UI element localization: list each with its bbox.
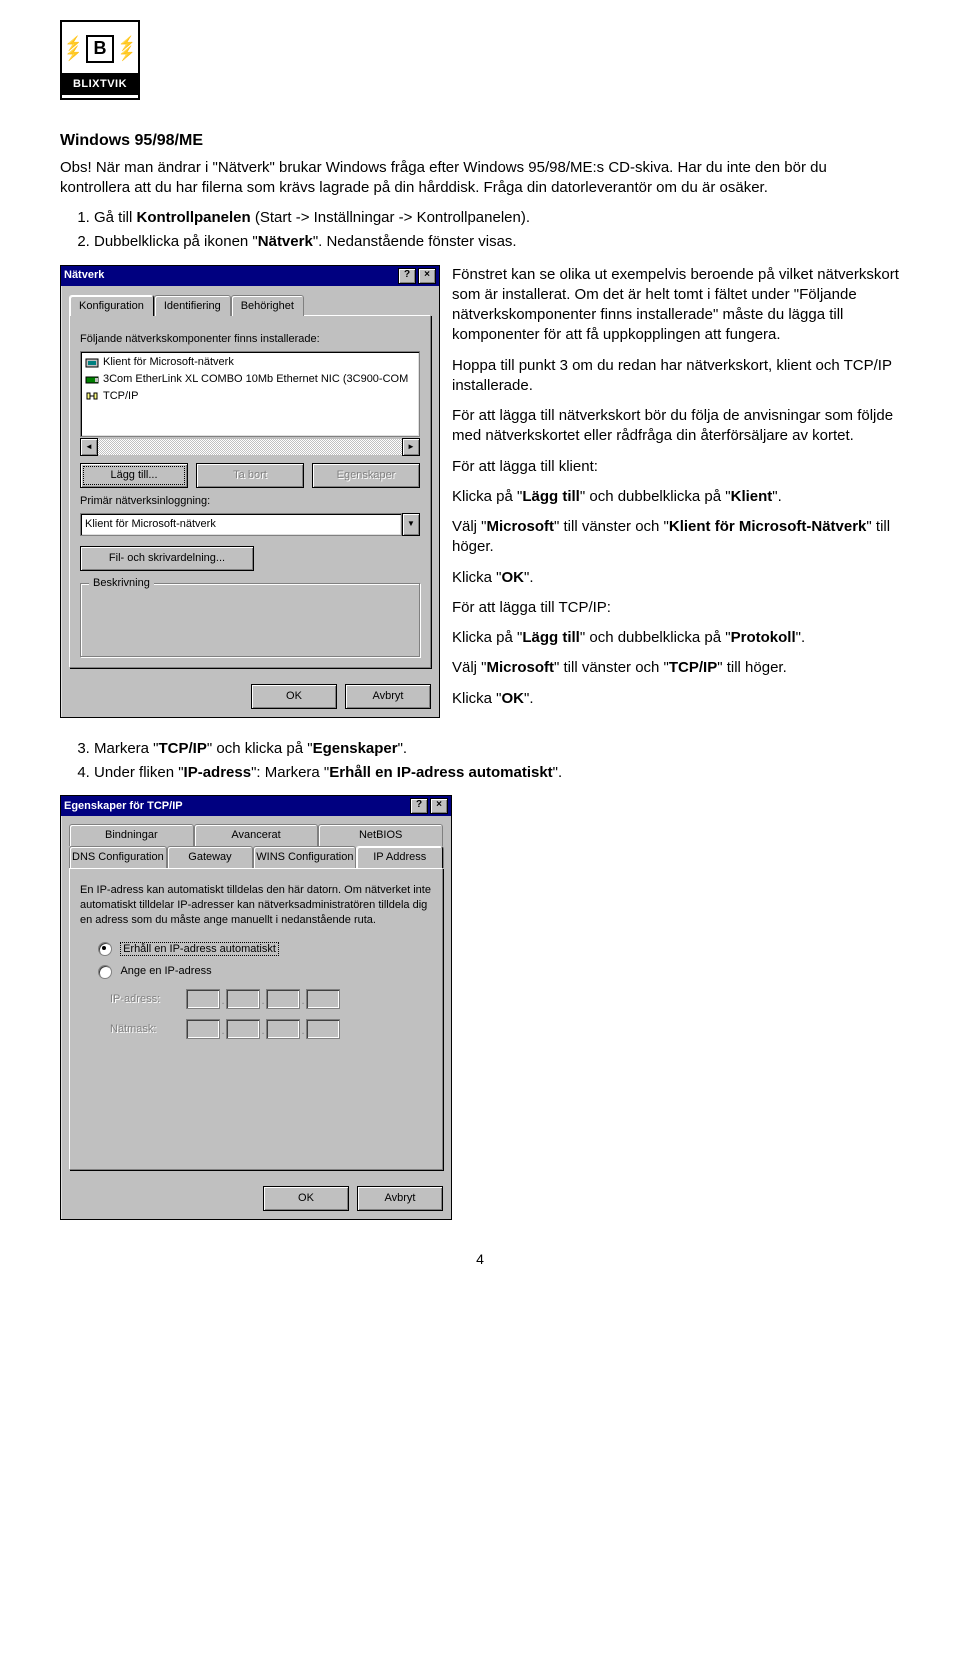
- cancel-button[interactable]: Avbryt: [345, 684, 431, 709]
- tab-panel: Följande nätverkskomponenter finns insta…: [69, 315, 431, 667]
- scroll-track[interactable]: [98, 439, 402, 455]
- document-page: ⚡⚡ B ⚡⚡ BLIXTVIK Windows 95/98/ME Obs! N…: [0, 0, 960, 1309]
- primary-login-combo[interactable]: Klient för Microsoft-nätverk ▼: [80, 513, 420, 536]
- page-number: 4: [60, 1250, 900, 1269]
- scroll-right-button[interactable]: ►: [402, 438, 420, 456]
- instruction-text: Hoppa till punkt 3 om du redan har nätve…: [452, 356, 900, 397]
- ip-input[interactable]: ...: [186, 989, 340, 1009]
- ip-address-field: IP-adress: ...: [110, 989, 432, 1009]
- tab-dns[interactable]: DNS Configuration: [69, 846, 167, 868]
- groupbox-title: Beskrivning: [89, 576, 154, 591]
- tab-wins[interactable]: WINS Configuration: [253, 846, 356, 868]
- step-2: Dubbelklicka på ikonen "Nätverk". Nedans…: [94, 232, 900, 252]
- nic-icon: [85, 373, 99, 387]
- explanation-text: En IP-adress kan automatiskt tilldelas d…: [80, 883, 432, 928]
- dialog-title: Egenskaper för TCP/IP: [64, 799, 183, 814]
- instruction-text: Klicka på "Lägg till" och dubbelklicka p…: [452, 628, 900, 648]
- lightning-icon: ⚡⚡: [118, 39, 135, 59]
- tcpip-properties-dialog: Egenskaper för TCP/IP ? × Bindningar Ava…: [60, 795, 452, 1220]
- horizontal-scrollbar[interactable]: ◄ ►: [80, 439, 420, 455]
- client-icon: [85, 356, 99, 370]
- primary-login-label: Primär nätverksinloggning:: [80, 494, 420, 509]
- radio-label: Ange en IP-adress: [120, 965, 211, 977]
- radio-icon: [98, 942, 112, 956]
- protocol-icon: [85, 389, 99, 403]
- step-1: Gå till Kontrollpanelen (Start -> Instäl…: [94, 208, 900, 228]
- installed-components-label: Följande nätverkskomponenter finns insta…: [80, 332, 420, 347]
- tab-advanced[interactable]: Avancerat: [194, 824, 319, 846]
- help-button[interactable]: ?: [398, 268, 416, 284]
- tab-ipaddress[interactable]: IP Address: [356, 846, 443, 868]
- lightning-icon: ⚡⚡: [65, 39, 82, 59]
- properties-button[interactable]: Egenskaper: [312, 463, 420, 488]
- steps-list: Gå till Kontrollpanelen (Start -> Instäl…: [60, 208, 900, 253]
- close-button[interactable]: ×: [418, 268, 436, 284]
- help-button[interactable]: ?: [410, 798, 428, 814]
- description-groupbox: Beskrivning: [80, 583, 420, 657]
- tab-identification[interactable]: Identifiering: [154, 295, 231, 317]
- instruction-text: Klicka "OK".: [452, 568, 900, 588]
- tabs-row-1: Bindningar Avancerat NetBIOS: [69, 824, 443, 846]
- field-label: Nätmask:: [110, 1022, 180, 1037]
- radio-auto[interactable]: Erhåll en IP-adress automatiskt: [98, 942, 432, 957]
- step-3: Markera "TCP/IP" och klicka på "Egenskap…: [94, 739, 900, 759]
- dialog-title: Nätverk: [64, 268, 104, 283]
- titlebar: Nätverk ? ×: [61, 266, 439, 286]
- steps-list-continued: Markera "TCP/IP" och klicka på "Egenskap…: [60, 739, 900, 784]
- tabs: Konfiguration Identifiering Behörighet: [69, 295, 431, 317]
- radio-icon: [98, 965, 112, 979]
- netmask-input[interactable]: ...: [186, 1019, 340, 1039]
- instruction-text: Klicka på "Lägg till" och dubbelklicka p…: [452, 487, 900, 507]
- dialog-and-instructions-row: Nätverk ? × Konfiguration Identifiering …: [60, 265, 900, 719]
- instruction-text: För att lägga till TCP/IP:: [452, 598, 900, 618]
- add-button[interactable]: Lägg till...: [80, 463, 188, 488]
- list-item[interactable]: Klient för Microsoft-nätverk: [83, 354, 417, 371]
- file-printer-sharing-button[interactable]: Fil- och skrivardelning...: [80, 546, 254, 571]
- logo-brand-text: BLIXTVIK: [62, 73, 138, 96]
- instruction-text: Fönstret kan se olika ut exempelvis bero…: [452, 265, 900, 346]
- logo-graphic: ⚡⚡ B ⚡⚡: [65, 25, 136, 73]
- brand-logo: ⚡⚡ B ⚡⚡ BLIXTVIK: [60, 20, 140, 100]
- logo-letter: B: [86, 35, 114, 63]
- section-heading: Windows 95/98/ME: [60, 130, 900, 152]
- titlebar: Egenskaper för TCP/IP ? ×: [61, 796, 451, 816]
- instruction-text: För att lägga till nätverkskort bör du f…: [452, 406, 900, 447]
- instruction-text: Klicka "OK".: [452, 689, 900, 709]
- close-button[interactable]: ×: [430, 798, 448, 814]
- tab-configuration[interactable]: Konfiguration: [69, 295, 154, 317]
- field-label: IP-adress:: [110, 992, 180, 1007]
- tab-gateway[interactable]: Gateway: [167, 846, 254, 868]
- instruction-text: Välj "Microsoft" till vänster och "TCP/I…: [452, 658, 900, 678]
- step-4: Under fliken "IP-adress": Markera "Erhål…: [94, 763, 900, 783]
- combo-value: Klient för Microsoft-nätverk: [80, 513, 402, 536]
- netmask-field: Nätmask: ...: [110, 1019, 432, 1039]
- tab-netbios[interactable]: NetBIOS: [318, 824, 443, 846]
- list-item[interactable]: 3Com EtherLink XL COMBO 10Mb Ethernet NI…: [83, 371, 417, 388]
- ok-button[interactable]: OK: [251, 684, 337, 709]
- instruction-text: För att lägga till klient:: [452, 457, 900, 477]
- tabs-row-2: DNS Configuration Gateway WINS Configura…: [69, 846, 443, 868]
- cancel-button[interactable]: Avbryt: [357, 1186, 443, 1211]
- instruction-text: Välj "Microsoft" till vänster och "Klien…: [452, 517, 900, 558]
- ok-button[interactable]: OK: [263, 1186, 349, 1211]
- instruction-column: Fönstret kan se olika ut exempelvis bero…: [452, 265, 900, 719]
- radio-manual[interactable]: Ange en IP-adress: [98, 964, 432, 979]
- scroll-left-button[interactable]: ◄: [80, 438, 98, 456]
- list-item[interactable]: TCP/IP: [83, 388, 417, 405]
- remove-button[interactable]: Ta bort: [196, 463, 304, 488]
- components-listbox[interactable]: Klient för Microsoft-nätverk 3Com EtherL…: [80, 351, 420, 437]
- network-dialog: Nätverk ? × Konfiguration Identifiering …: [60, 265, 440, 718]
- chevron-down-icon[interactable]: ▼: [402, 513, 420, 536]
- tab-bindings[interactable]: Bindningar: [69, 824, 194, 846]
- radio-label: Erhåll en IP-adress automatiskt: [121, 943, 278, 955]
- tab-access[interactable]: Behörighet: [231, 295, 304, 317]
- intro-paragraph: Obs! När man ändrar i "Nätverk" brukar W…: [60, 158, 900, 199]
- tab-panel: En IP-adress kan automatiskt tilldelas d…: [69, 868, 443, 1170]
